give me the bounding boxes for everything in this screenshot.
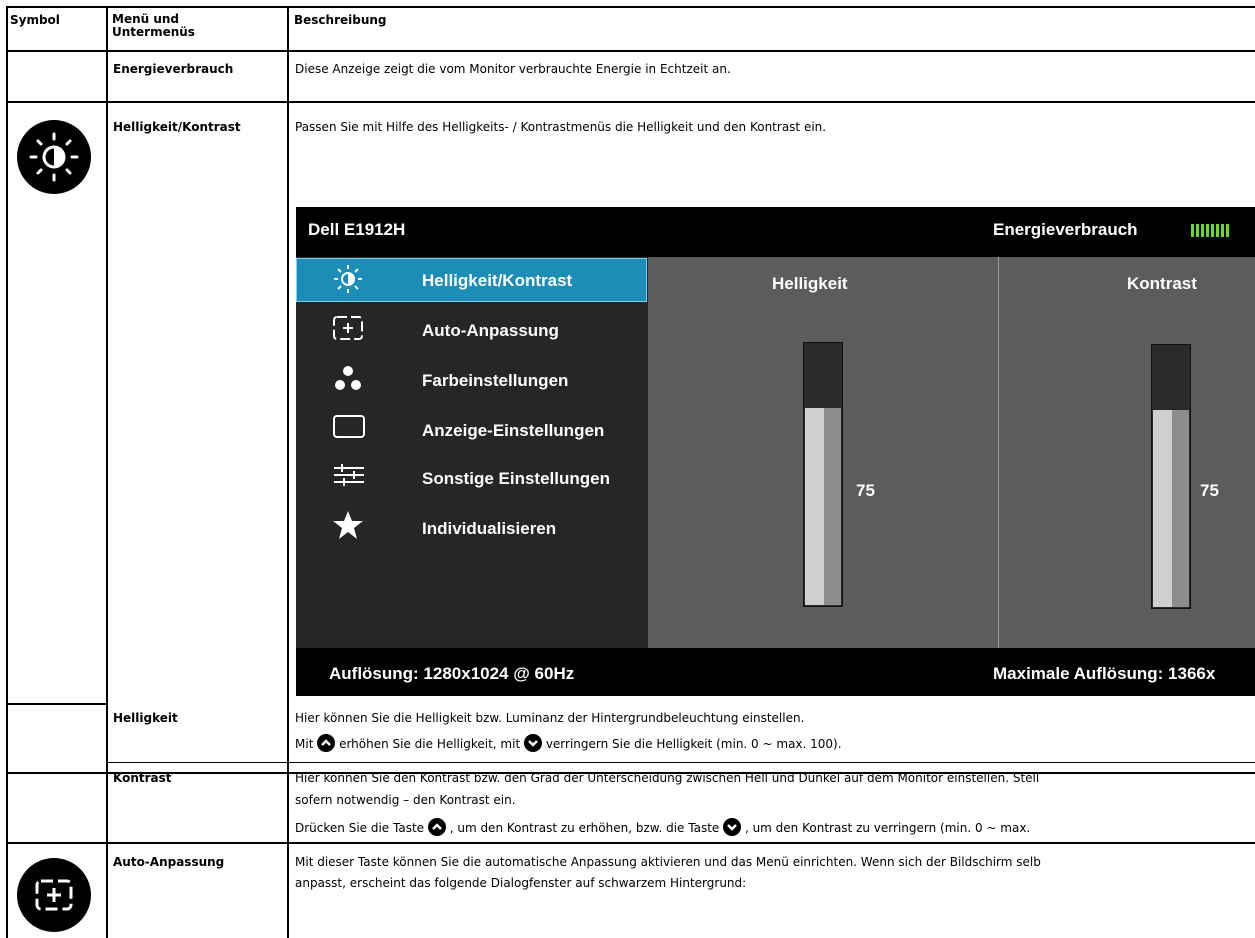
col-divider-2 — [287, 6, 289, 938]
desc-auto-anpassung-cont: anpasst, erscheint das folgende Dialogfe… — [295, 876, 747, 890]
contrast-value: 75 — [1200, 481, 1219, 500]
row-divider-auto-full — [6, 842, 1255, 844]
desc-helligkeit-buttons: Mit erhöhen Sie die Helligkeit, mit verr… — [295, 734, 842, 752]
menu-kontrast: Kontrast — [113, 771, 172, 785]
desc-kontrast-text-b: , um den Kontrast zu erhöhen, bzw. die T… — [449, 821, 720, 835]
brightness-slider-fill — [805, 407, 841, 606]
contrast-slider-fill — [1153, 409, 1189, 608]
col-divider-1 — [106, 6, 108, 938]
brightness-slider[interactable] — [803, 342, 843, 607]
menu-helligkeit-kontrast: Helligkeit/Kontrast — [113, 120, 241, 134]
down-arrow-icon — [523, 734, 542, 752]
row-divider-energy — [6, 101, 1255, 103]
desc-energieverbrauch: Diese Anzeige zeigt die vom Monitor verb… — [295, 62, 731, 76]
auto-adjust-icon — [330, 313, 366, 343]
header-description: Beschreibung — [294, 13, 387, 27]
desc-helligkeit-text-c: verringern Sie die Helligkeit (min. 0 ~ … — [545, 737, 842, 751]
desc-kontrast-text-a: Drücken Sie die Taste — [295, 821, 425, 835]
osd-menu-item-4[interactable]: Sonstige Einstellungen — [422, 469, 610, 489]
menu-helligkeit: Helligkeit — [113, 711, 178, 725]
osd-contrast-title: Kontrast — [1127, 274, 1197, 293]
osd-menu-item-1[interactable]: Auto-Anpassung — [422, 321, 559, 341]
row-divider-kontrast-top — [107, 762, 1255, 763]
desc-helligkeit-text-b: erhöhen Sie die Helligkeit, mit — [339, 737, 521, 751]
display-rect-icon — [330, 412, 366, 442]
desc-kontrast-buttons: Drücken Sie die Taste , um den Kontrast … — [295, 818, 1030, 836]
auto-adjust-row-icon — [17, 858, 91, 932]
osd-menu-screenshot: Dell E1912H Energieverbrauch Helligkeit/… — [296, 207, 1255, 696]
osd-max-resolution: Maximale Auflösung: 1366x — [993, 664, 1216, 683]
desc-kontrast-text-c: , um den Kontrast zu verringern (min. 0 … — [744, 821, 1031, 835]
desc-helligkeit: Hier können Sie die Helligkeit bzw. Lumi… — [295, 711, 805, 725]
osd-menu-item-2[interactable]: Farbeinstellungen — [422, 371, 568, 391]
header-menu: Menü und Untermenüs — [112, 12, 195, 39]
desc-kontrast-cont: sofern notwendig – den Kontrast ein. — [295, 793, 516, 807]
star-icon — [330, 510, 366, 540]
menu-auto-anpassung: Auto-Anpassung — [113, 855, 225, 869]
down-arrow-icon — [723, 818, 742, 836]
desc-helligkeit-kontrast: Passen Sie mit Hilfe des Helligkeits- / … — [295, 120, 827, 134]
energy-meter — [1191, 224, 1255, 238]
desc-kontrast: Hier können Sie den Kontrast bzw. den Gr… — [295, 771, 1040, 785]
osd-brightness-title: Helligkeit — [772, 274, 848, 293]
osd-menu-item-3[interactable]: Anzeige-Einstellungen — [422, 421, 604, 441]
color-dots-icon — [330, 363, 366, 393]
table-border-top — [6, 6, 1255, 8]
osd-column-divider — [998, 257, 999, 648]
brightness-icon — [330, 264, 366, 294]
table-border-left — [6, 6, 8, 938]
brightness-value: 75 — [856, 481, 875, 500]
desc-helligkeit-text-a: Mit — [295, 737, 314, 751]
up-arrow-icon — [317, 734, 336, 752]
osd-resolution: Auflösung: 1280x1024 @ 60Hz — [329, 664, 575, 683]
brightness-contrast-icon — [17, 120, 91, 194]
contrast-slider[interactable] — [1151, 344, 1191, 609]
up-arrow-icon — [427, 818, 446, 836]
osd-menu-item-0[interactable]: Helligkeit/Kontrast — [422, 271, 572, 291]
sliders-icon — [330, 460, 366, 490]
osd-energy-label: Energieverbrauch — [993, 220, 1138, 239]
menu-energieverbrauch: Energieverbrauch — [113, 62, 234, 76]
row-divider-brightness — [6, 703, 107, 705]
osd-menu-item-5[interactable]: Individualisieren — [422, 519, 556, 539]
osd-model-name: Dell E1912H — [308, 220, 406, 239]
desc-auto-anpassung: Mit dieser Taste können Sie die automati… — [295, 855, 1041, 869]
header-symbol: Symbol — [10, 13, 60, 27]
row-divider-header — [6, 50, 1255, 52]
